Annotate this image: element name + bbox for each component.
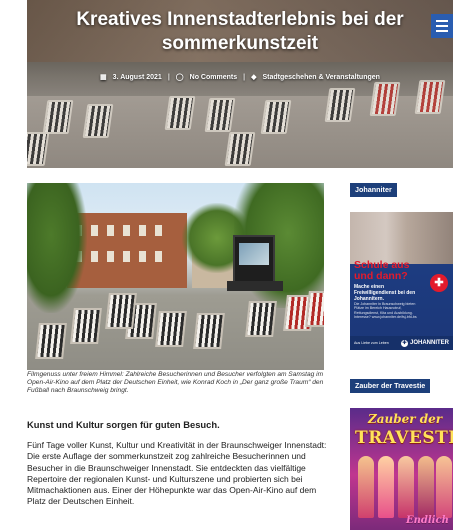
widget-title-travestie: Zauber der Travestie [350,379,431,393]
hamburger-menu-icon-bar [436,30,448,32]
deck-chair [224,132,256,166]
photo-window [139,251,146,262]
deck-chair [42,100,74,134]
ad2-title-script: Zauber der [368,412,443,426]
meta-separator: | [167,73,170,81]
photo-window [155,225,162,236]
deck-chair [164,96,196,130]
article-body: Fünf Tage voller Kunst, Kultur und Kreat… [27,440,327,507]
deck-chair [414,80,446,114]
deck-chair [105,293,137,329]
ad-headline: Schule aus und dann? [354,260,409,282]
johanniter-cross-icon: ✚ [430,274,448,292]
category-link[interactable]: Stadtgeschehen & Veranstaltungen [262,74,379,81]
tag-icon: ◆ [251,74,257,81]
comment-icon: ◯ [175,74,184,81]
photo-window [139,225,146,236]
photo-window [91,251,98,262]
comments-link[interactable]: No Comments [190,74,237,81]
cinema-stage [227,281,283,291]
meta-separator: | [243,73,246,81]
photo-window [107,251,114,262]
deck-chair [70,308,102,344]
cinema-screen [233,235,275,283]
ad2-performer [398,456,414,518]
page-title-line: Kreatives Innenstadterlebnis bei der [76,9,404,30]
ad-fineprint: Die Johanniter in Braunschweig bieten Pl… [354,302,417,320]
travestie-ad[interactable]: Zauber der TRAVESTIE Endlich [350,408,453,530]
johanniter-logo-text: JOHANNITER [409,340,449,346]
ad2-performer [378,456,394,518]
johanniter-ad[interactable]: Schule aus und dann? ✚ Mache einen Freiw… [350,212,453,350]
photo-window [107,225,114,236]
page-title-line: sommerkunstzeit [161,33,319,54]
ad-photo [350,212,453,264]
menu-button[interactable] [431,14,453,38]
deck-chair [245,301,277,337]
ad2-title-main: TRAVESTIE [355,428,453,448]
johanniter-logo: ✚ JOHANNITER [400,339,449,347]
article-subheading: Kunst und Kultur sorgen für guten Besuch… [27,419,220,430]
photo-window [155,251,162,262]
widget-title-johanniter: Johanniter [350,183,397,197]
hamburger-menu-icon [436,20,448,22]
ad-slogan: Aus Liebe zum Leben [354,341,389,345]
ad2-performer [358,456,374,518]
deck-chair [82,104,114,138]
deck-chair [369,82,401,116]
calendar-icon: ▦ [100,74,107,81]
deck-chair [324,88,356,122]
image-caption: Filmgenuss unter freiem Himmel: Zahlreic… [27,371,324,394]
deck-chair [193,313,225,349]
deck-chair [155,311,187,347]
photo-window [123,225,130,236]
article-image [27,183,324,370]
photo-window [123,251,130,262]
deck-chair [35,323,67,359]
hamburger-menu-icon-bar [436,25,448,27]
hero-banner: Kreatives Innenstadterlebnis bei der som… [27,0,453,168]
ad-subline: Mache einen Freiwilligendienst bei den J… [354,284,416,302]
photo-window [91,225,98,236]
ad2-tagline: Endlich [406,515,449,526]
post-date[interactable]: 3. August 2021 [113,74,162,81]
post-meta: ▦ 3. August 2021 | ◯ No Comments | ◆ Sta… [27,73,453,82]
page-title: Kreatives Innenstadterlebnis bei der som… [27,8,453,56]
ad-footer: Aus Liebe zum Leben ✚ JOHANNITER [350,336,453,350]
deck-chair [260,100,292,134]
photo-tree [27,183,87,313]
ad2-performer [436,456,452,518]
ad2-performer [418,456,434,518]
johanniter-logo-icon: ✚ [400,339,408,347]
deck-chair [305,291,324,327]
ad-headline-line: und dann? [354,270,408,282]
deck-chair [204,98,236,132]
